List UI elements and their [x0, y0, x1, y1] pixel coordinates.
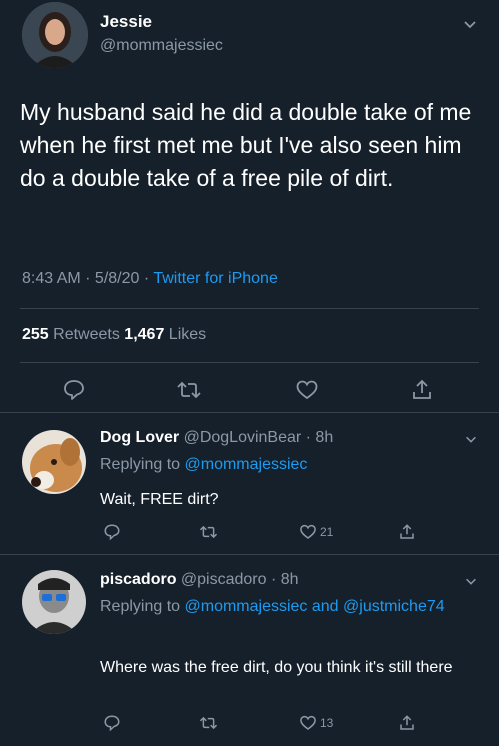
reply-header: Dog Lover @DogLovinBear · 8h — [100, 429, 333, 447]
reply-icon[interactable] — [103, 523, 121, 541]
main-tweet: Jessie @mommajessiec My husband said he … — [0, 0, 499, 410]
like-count: 13 — [320, 716, 334, 730]
like-count: 21 — [320, 525, 334, 539]
share-icon[interactable] — [398, 523, 416, 541]
author-name[interactable]: piscadoro — [100, 571, 176, 588]
reply-icon[interactable] — [62, 378, 86, 402]
retweets-count[interactable]: 255 — [22, 326, 49, 343]
chevron-down-icon[interactable] — [464, 432, 478, 451]
tweet-stats: 255 Retweets 1,467 Likes — [22, 326, 206, 344]
tweet-time: 8:43 AM · 5/8/20 · — [22, 270, 154, 287]
tweet-text: My husband said he did a double take of … — [20, 99, 472, 191]
author-meta: @piscadoro · 8h — [176, 571, 299, 588]
avatar[interactable] — [22, 570, 86, 634]
like-icon[interactable] — [295, 378, 319, 402]
author-name[interactable]: Dog Lover — [100, 429, 179, 446]
replying-prefix: Replying to — [100, 456, 185, 473]
reply-text: Where was the free dirt, do you think it… — [100, 659, 453, 676]
retweet-icon[interactable] — [176, 378, 202, 402]
retweet-icon[interactable] — [199, 523, 218, 541]
avatar[interactable] — [22, 430, 86, 494]
retweet-icon[interactable] — [199, 714, 218, 732]
likes-count[interactable]: 1,467 — [124, 326, 164, 343]
author-meta: @DogLovinBear · 8h — [179, 429, 334, 446]
reply-header: piscadoro @piscadoro · 8h — [100, 571, 299, 589]
reply-icon[interactable] — [103, 714, 121, 732]
chevron-down-icon[interactable] — [464, 574, 478, 593]
replying-handle[interactable]: @mommajessiec and @justmiche74 — [185, 598, 445, 615]
like-icon[interactable]: 21 — [299, 523, 333, 541]
author-handle[interactable]: @mommajessiec — [100, 37, 223, 55]
tweet-source[interactable]: Twitter for iPhone — [153, 270, 278, 287]
divider — [20, 308, 479, 309]
share-icon[interactable] — [398, 714, 416, 732]
share-icon[interactable] — [410, 378, 434, 402]
retweets-label: Retweets — [48, 326, 125, 343]
replying-to: Replying to @mommajessiec and @justmiche… — [100, 595, 480, 619]
chevron-down-icon[interactable] — [462, 16, 478, 37]
like-icon[interactable]: 13 — [299, 714, 333, 732]
replying-handle[interactable]: @mommajessiec — [185, 456, 308, 473]
reply-tweet: Dog Lover @DogLovinBear · 8h Replying to… — [0, 412, 499, 554]
reply-tweet: piscadoro @piscadoro · 8h Replying to @m… — [0, 554, 499, 746]
avatar[interactable] — [22, 2, 88, 68]
replying-to: Replying to @mommajessiec — [100, 453, 307, 477]
divider — [20, 362, 479, 363]
author-name[interactable]: Jessie — [100, 12, 152, 32]
reply-text: Wait, FREE dirt? — [100, 491, 219, 508]
likes-label: Likes — [164, 326, 207, 343]
tweet-meta: 8:43 AM · 5/8/20 · Twitter for iPhone — [22, 270, 278, 288]
replying-prefix: Replying to — [100, 598, 185, 615]
